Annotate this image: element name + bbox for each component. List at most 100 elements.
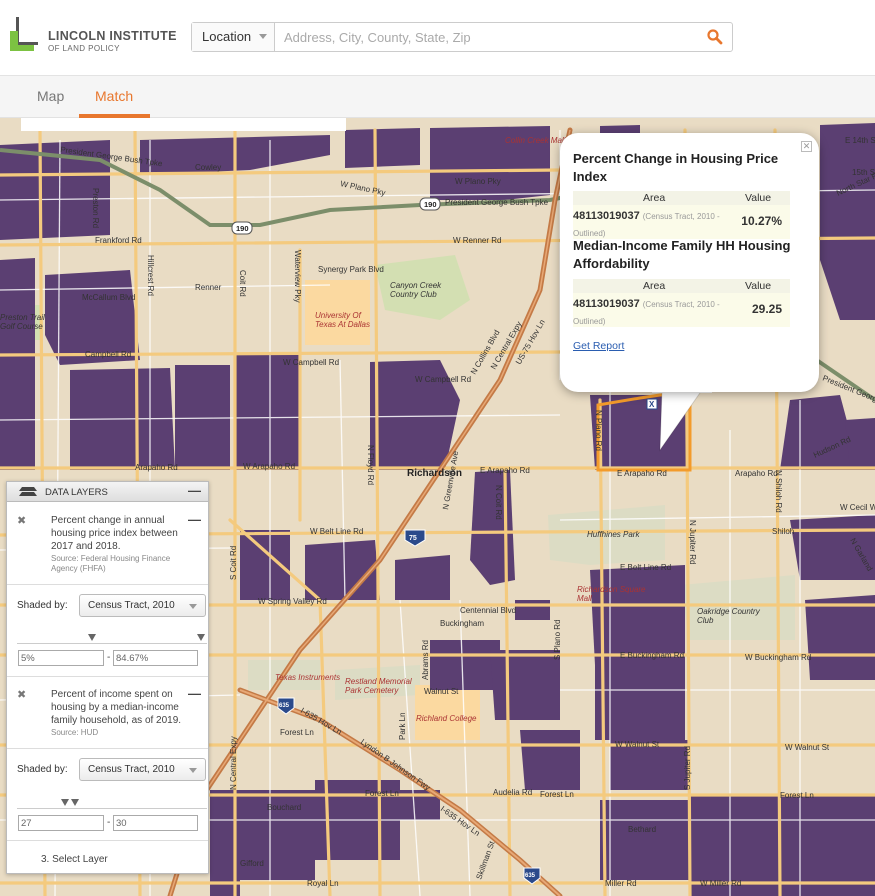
range-slider-track[interactable]	[17, 643, 207, 644]
popup-pointer	[652, 390, 712, 452]
layer-source: Source: HUD	[51, 728, 99, 737]
map-label: Forest Ln	[280, 728, 314, 737]
map-label: Collin Creek Mall	[505, 136, 566, 145]
view-tabs: Map Match	[0, 76, 875, 118]
search-input[interactable]	[276, 23, 686, 51]
collapse-layer-button[interactable]: —	[188, 512, 201, 527]
map-label: Arapaho Rd	[735, 469, 778, 478]
column-header-value: Value	[745, 192, 772, 204]
map-label: Richland College	[416, 714, 477, 723]
remove-layer-icon[interactable]: ✖	[17, 688, 26, 701]
map-label: Forest Ln	[365, 789, 399, 798]
map-label: W Arapaho Rd	[243, 462, 295, 471]
map-label: Huffhines Park	[587, 530, 640, 539]
map-label: E Belt Line Rd	[620, 563, 671, 572]
map-label: W Walnut St	[615, 740, 660, 749]
map-label: Bethard	[628, 825, 656, 834]
tab-match[interactable]: Match	[95, 88, 133, 104]
shaded-by-select[interactable]: Census Tract, 2010	[79, 758, 206, 781]
app-header: LINCOLN INSTITUTE OF LAND POLICY Locatio…	[0, 0, 875, 76]
layer-description: Percent change in annual housing price i…	[51, 514, 191, 574]
range-min-input[interactable]: 5%	[18, 650, 104, 666]
map-label: Forest Ln	[780, 791, 814, 800]
area-value: 10.27%	[741, 214, 782, 228]
logo-subtitle: OF LAND POLICY	[48, 44, 120, 53]
area-id: 48113019037	[573, 210, 640, 222]
shield-number: 190	[236, 224, 249, 233]
column-header-value: Value	[745, 280, 772, 292]
search-icon[interactable]	[706, 28, 724, 46]
map-label: Shiloh	[772, 527, 794, 536]
layer-description-text: Percent change in annual housing price i…	[51, 515, 178, 552]
range-max-input[interactable]: 84.67%	[113, 650, 198, 666]
map-label: Walnut St	[424, 687, 459, 696]
range-separator: -	[107, 652, 111, 663]
layers-icon	[19, 487, 37, 496]
map-label: Texas Instruments	[275, 673, 340, 682]
select-layer-link[interactable]: 3. Select Layer	[41, 854, 108, 865]
map-label: W Plano Pky	[455, 177, 501, 186]
range-max-input[interactable]: 30	[113, 815, 198, 831]
map-label: Park Ln	[398, 712, 407, 740]
area-value: 29.25	[751, 302, 782, 316]
map-label: W Spring Valley Rd	[258, 597, 327, 606]
get-report-link[interactable]: Get Report	[573, 340, 624, 352]
map-label: N Jupiter Rd	[688, 520, 697, 564]
shaded-by-value: Census Tract, 2010	[88, 600, 175, 611]
map-label: N Plano Rd	[594, 410, 603, 451]
slider-handle-max[interactable]	[197, 634, 205, 641]
collapse-panel-button[interactable]: —	[188, 483, 201, 498]
tab-map[interactable]: Map	[37, 88, 64, 104]
map-label: Arapaho Rd	[135, 463, 178, 472]
map-label: N Coit Rd	[494, 485, 503, 520]
map-label: Preston Rd	[91, 188, 100, 228]
map-label: E Buckingham Rd	[620, 651, 684, 660]
close-icon[interactable]: ✕	[801, 141, 812, 152]
search-type-label: Location	[202, 29, 252, 44]
collapse-layer-button[interactable]: —	[188, 686, 201, 701]
slider-handle-min[interactable]	[88, 634, 96, 641]
map-label: N Floyd Rd	[366, 445, 375, 485]
map-label: W Campbell Rd	[283, 358, 339, 367]
shield-number: 190	[424, 200, 437, 209]
map-label: Buckingham	[440, 619, 484, 628]
map-label: W Campbell Rd	[415, 375, 471, 384]
table-row: 48113019037 (Census Tract, 2010 - Outlin…	[573, 205, 790, 239]
map-label: E 14th St	[845, 136, 875, 145]
chevron-down-icon	[259, 34, 267, 39]
map-label: McCallum Blvd	[82, 293, 135, 302]
map-label: Frankford Rd	[95, 236, 142, 245]
shield-number: 635	[279, 703, 290, 709]
map-label: W Buckingham Rd	[745, 653, 811, 662]
popup-table: Area Value 48113019037 (Census Tract, 20…	[573, 279, 790, 327]
map-label: S Plano Rd	[553, 620, 562, 660]
map-label: Synergy Park Blvd	[318, 265, 384, 274]
map-label: Cowley	[195, 163, 221, 172]
range-slider-track[interactable]	[17, 808, 207, 809]
map-top-strip	[21, 118, 346, 131]
map-label: Audelia Rd	[493, 788, 532, 797]
logo-title: LINCOLN INSTITUTE	[48, 29, 177, 43]
map-label: E Arapaho Rd	[480, 466, 530, 475]
shaded-by-select[interactable]: Census Tract, 2010	[79, 594, 206, 617]
map-label: N Shiloh Rd	[774, 470, 783, 513]
slider-handle-max[interactable]	[71, 799, 79, 806]
chevron-down-icon	[189, 768, 197, 773]
shaded-by-label: Shaded by:	[17, 764, 68, 775]
map-label: Gifford	[240, 859, 264, 868]
slider-handle-min[interactable]	[61, 799, 69, 806]
map-label: S Coit Rd	[229, 546, 238, 580]
search-type-dropdown[interactable]: Location	[192, 23, 275, 51]
remove-layer-icon[interactable]: ✖	[17, 514, 26, 527]
range-separator: -	[107, 817, 111, 828]
table-row: 48113019037 (Census Tract, 2010 - Outlin…	[573, 293, 790, 327]
map-label: Coit Rd	[238, 270, 247, 297]
divider	[7, 840, 208, 841]
lincoln-institute-logo[interactable]: LINCOLN INSTITUTE OF LAND POLICY	[10, 17, 176, 57]
range-min-input[interactable]: 27	[18, 815, 104, 831]
panel-header[interactable]: DATA LAYERS —	[7, 482, 208, 502]
shaded-by-value: Census Tract, 2010	[88, 764, 175, 775]
popup-section-title: Median-Income Family HH Housing Affordab…	[573, 238, 791, 271]
area-id: 48113019037	[573, 298, 640, 310]
shaded-by-label: Shaded by:	[17, 600, 68, 611]
